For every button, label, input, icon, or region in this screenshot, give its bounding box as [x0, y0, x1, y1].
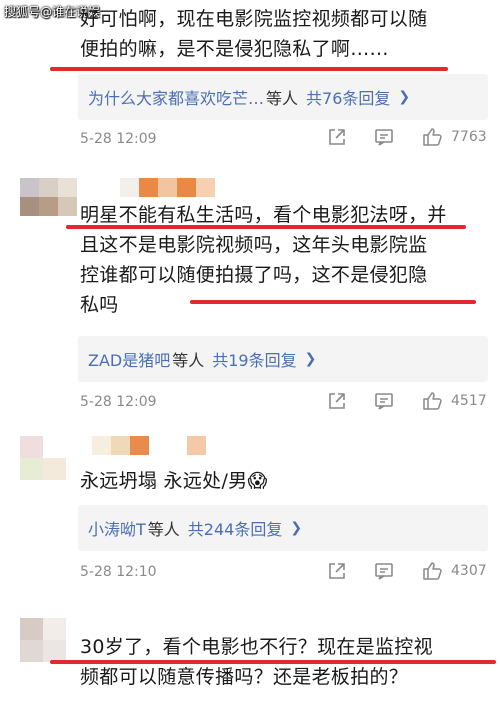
avatar[interactable]: [20, 178, 77, 216]
thumbs-up-icon: [423, 392, 442, 410]
highlight-underline: [66, 225, 466, 229]
chevron-right-icon: ❯: [290, 520, 303, 536]
comment-icon: [375, 563, 393, 580]
chevron-right-icon: ❯: [304, 351, 317, 367]
comment-2-line-2: 且这不是电影院视频吗，这年头电影院监: [80, 234, 428, 256]
comment-1-line-2: 便拍的嘛，是不是侵犯隐私了啊……: [80, 38, 389, 60]
username[interactable]: [120, 178, 215, 197]
comment-1-time: 5-28 12:09: [80, 131, 157, 147]
share-button[interactable]: [326, 126, 348, 152]
highlight-underline: [50, 67, 448, 71]
comment-icon: [375, 393, 393, 410]
share-button[interactable]: [326, 390, 348, 416]
like-button[interactable]: 4307: [421, 560, 487, 582]
reply-names[interactable]: 小涛呦T: [88, 516, 146, 540]
share-button[interactable]: [326, 560, 348, 586]
reply-suffix: 等人: [172, 351, 205, 370]
reply-names[interactable]: ZAD是猪吧: [88, 347, 170, 371]
share-icon: [329, 563, 345, 579]
reply-count[interactable]: 共19条回复: [212, 347, 296, 371]
reply-suffix: 等人: [147, 520, 180, 539]
comment-2-time: 5-28 12:09: [80, 394, 157, 410]
comment-3-time: 5-28 12:10: [80, 564, 157, 580]
comment-2-line-4: 私吗: [80, 294, 119, 316]
share-icon: [329, 393, 345, 409]
comment-button[interactable]: [373, 126, 395, 152]
reply-suffix: 等人: [266, 89, 299, 108]
comment-button[interactable]: [373, 390, 395, 416]
reply-count[interactable]: 共244条回复: [188, 516, 283, 540]
like-count: 4307: [451, 563, 487, 579]
comment-1-text: 好可怕啊，现在电影院监控视频都可以随 便拍的嘛，是不是侵犯隐私了啊……: [80, 4, 480, 64]
chevron-right-icon: ❯: [398, 89, 411, 105]
comment-1-line-1: 好可怕啊，现在电影院监控视频都可以随: [80, 8, 428, 30]
highlight-underline: [190, 300, 476, 304]
like-button[interactable]: 7763: [421, 126, 487, 148]
reply-count[interactable]: 共76条回复: [306, 85, 390, 109]
comment-button[interactable]: [373, 560, 395, 586]
comment-1-replies[interactable]: 为什么大家都喜欢吃芒… 等人 共76条回复 ❯: [78, 74, 488, 120]
comment-3-text: 永远坍塌 永远处/男😱: [80, 466, 480, 496]
like-count: 7763: [451, 129, 487, 145]
avatar[interactable]: [20, 618, 66, 662]
comment-4-line-1: 30岁了，看个电影也不行？现在是监控视: [80, 636, 433, 658]
avatar[interactable]: [20, 436, 66, 480]
reply-names[interactable]: 为什么大家都喜欢吃芒…: [88, 85, 264, 109]
share-icon: [329, 129, 345, 145]
like-count: 4517: [451, 393, 487, 409]
comment-4-line-2: 频都可以随意传播吗？还是老板拍的？: [80, 666, 409, 688]
like-button[interactable]: 4517: [421, 390, 487, 412]
comment-3-line-1: 永远坍塌 永远处/男😱: [80, 470, 268, 492]
thumbs-up-icon: [423, 128, 442, 146]
thumbs-up-icon: [423, 562, 442, 580]
comment-2-replies[interactable]: ZAD是猪吧 等人 共19条回复 ❯: [78, 336, 488, 382]
comment-icon: [375, 129, 393, 146]
username[interactable]: [92, 436, 206, 455]
comment-2-line-3: 控谁都可以随便拍摄了吗，这不是侵犯隐: [80, 264, 428, 286]
comment-3-replies[interactable]: 小涛呦T 等人 共244条回复 ❯: [78, 505, 488, 551]
highlight-underline: [50, 660, 496, 664]
